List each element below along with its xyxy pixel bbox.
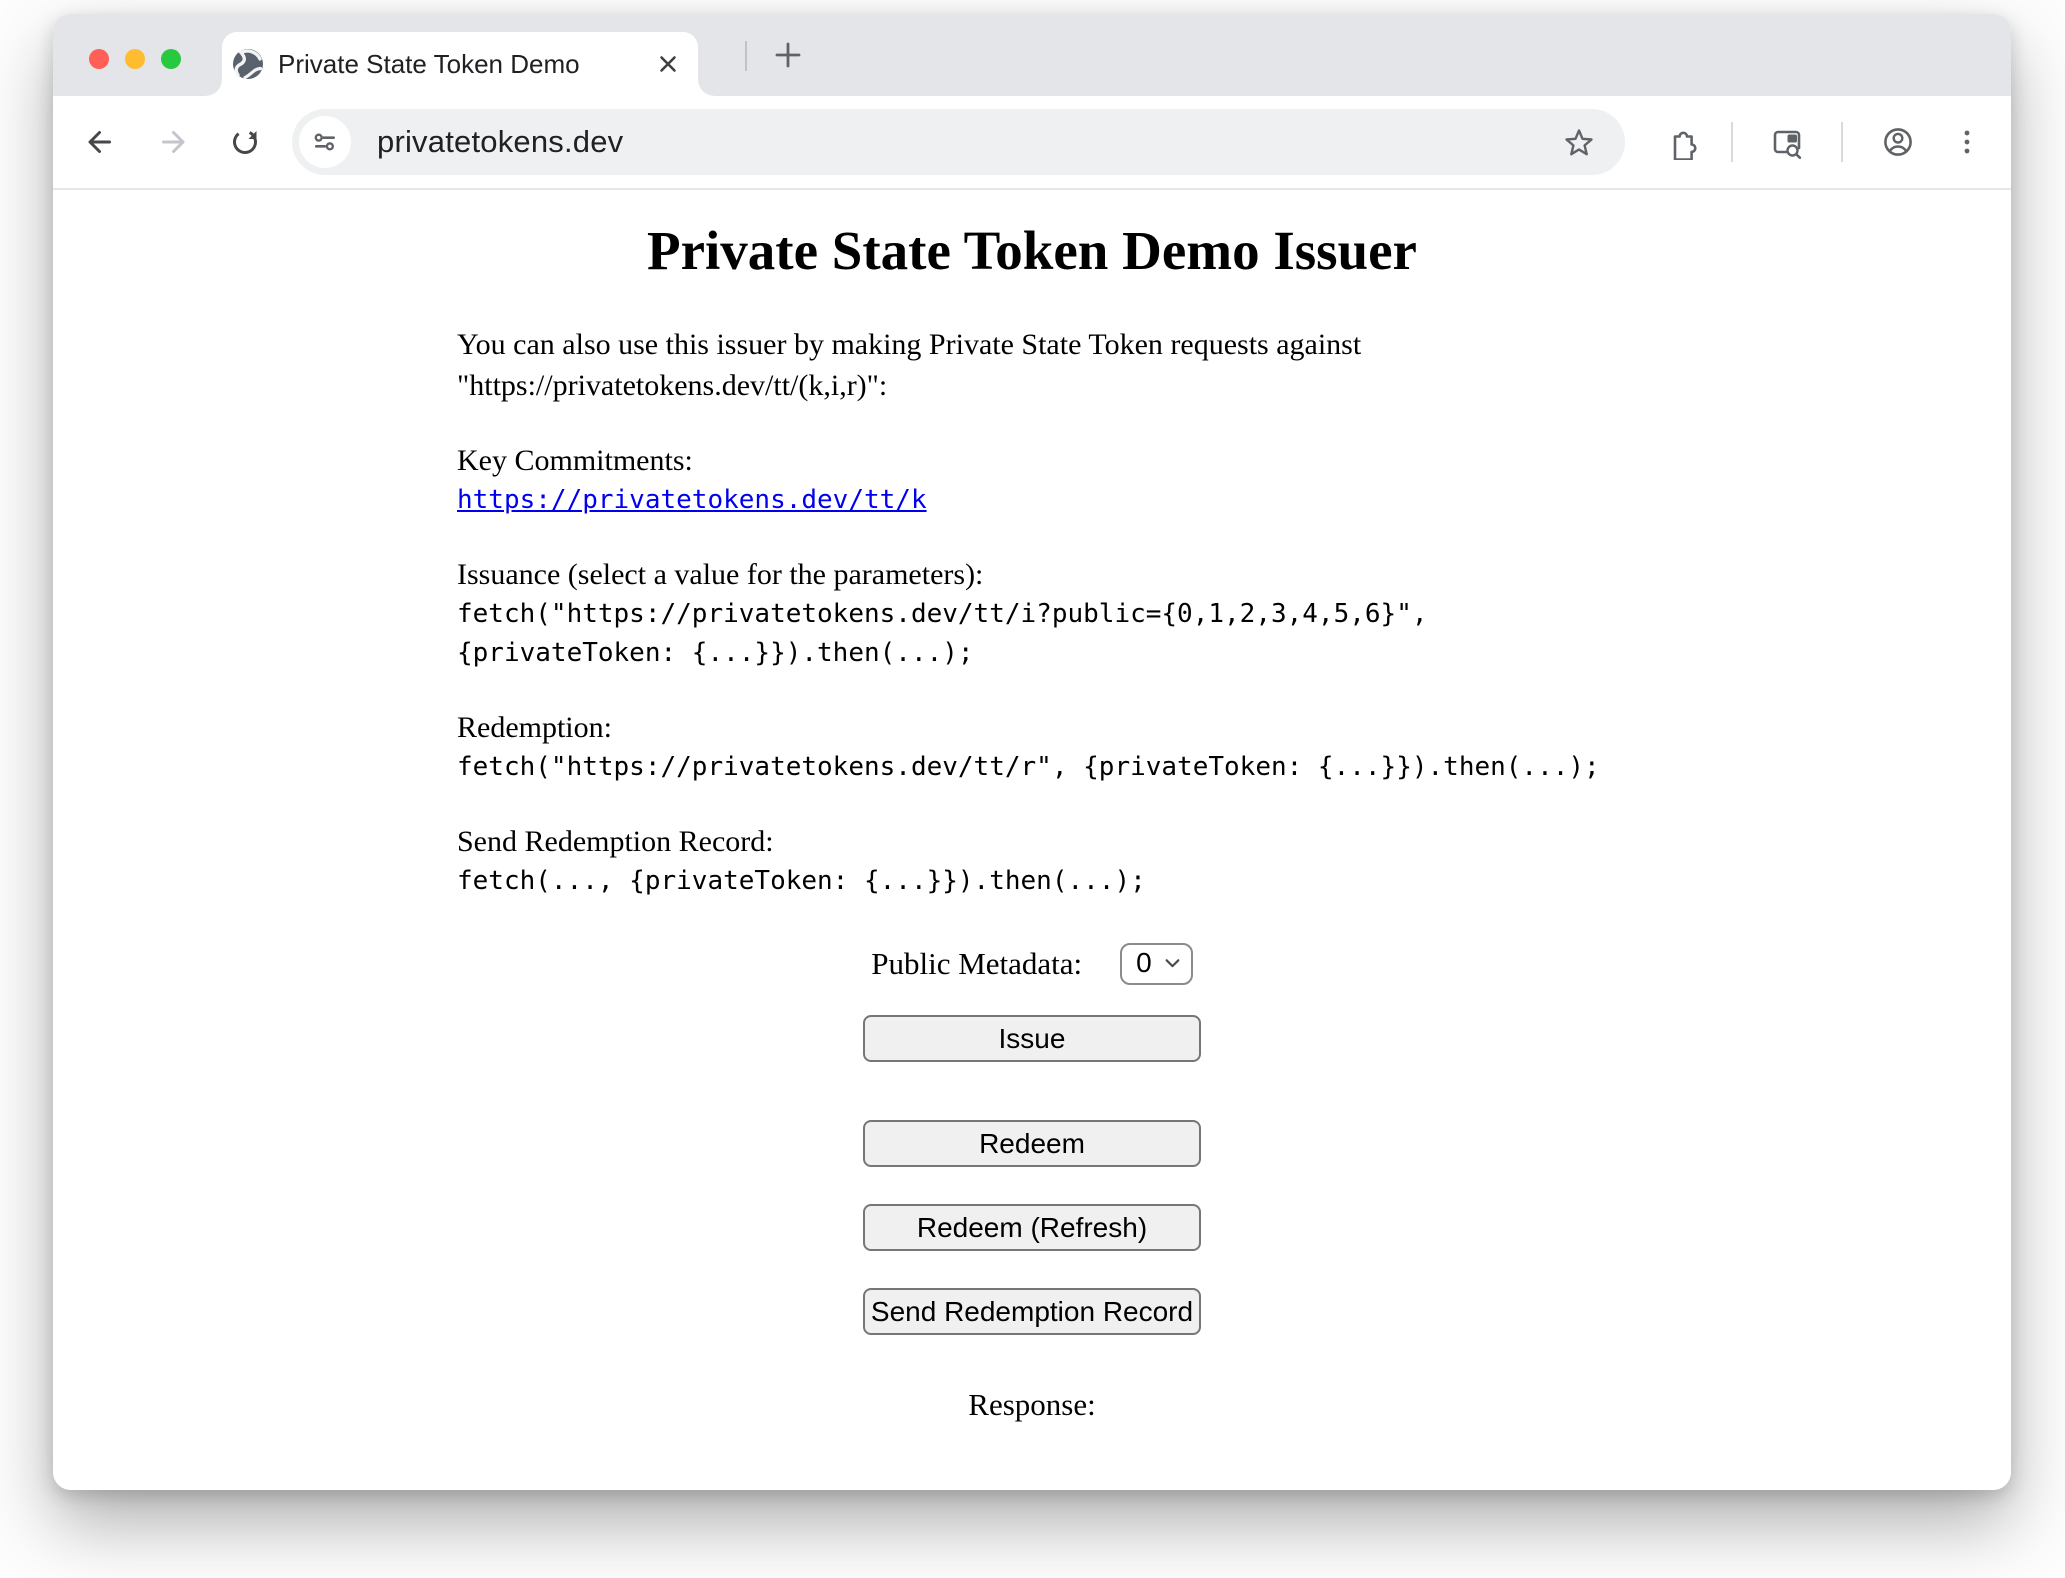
public-metadata-select[interactable]: 0 xyxy=(1120,943,1193,985)
chevron-down-icon xyxy=(1164,957,1181,970)
key-commitments-label: Key Commitments: xyxy=(457,440,1607,481)
browser-tab[interactable]: Private State Token Demo xyxy=(222,32,698,96)
tab-strip: Private State Token Demo xyxy=(53,14,2011,96)
public-metadata-row: Public Metadata: 0 xyxy=(457,943,1607,985)
redemption-code: fetch("https://privatetokens.dev/tt/r", … xyxy=(457,748,1607,787)
browser-window: Private State Token Demo xyxy=(53,14,2011,1490)
response-label: Response: xyxy=(457,1387,1607,1423)
browser-toolbar: privatetokens.dev xyxy=(53,96,2011,188)
search-window-icon[interactable] xyxy=(1769,124,1805,160)
toolbar-divider xyxy=(1731,122,1733,162)
tab-close-icon[interactable] xyxy=(654,50,682,78)
web-page: Private State Token Demo Issuer You can … xyxy=(53,190,2011,1490)
key-commitments-section: Key Commitments: https://privatetokens.d… xyxy=(457,440,1607,520)
send-redemption-record-section: Send Redemption Record: fetch(..., {priv… xyxy=(457,821,1607,901)
token-demo-form: Public Metadata: 0 Issue Redeem Redeem (… xyxy=(457,943,1607,1423)
page-title: Private State Token Demo Issuer xyxy=(457,220,1607,282)
public-metadata-label: Public Metadata: xyxy=(871,946,1082,982)
back-icon[interactable] xyxy=(80,124,116,160)
tab-separator xyxy=(745,41,747,71)
omnibox url-bar[interactable]: privatetokens.dev xyxy=(292,109,1625,175)
screenshot-stage: Private State Token Demo xyxy=(0,0,2065,1578)
redemption-section: Redemption: fetch("https://privatetokens… xyxy=(457,707,1607,787)
issuance-label: Issuance (select a value for the paramet… xyxy=(457,554,1607,595)
url-text[interactable]: privatetokens.dev xyxy=(377,124,623,160)
redemption-label: Redemption: xyxy=(457,707,1607,748)
send-redemption-record-button[interactable]: Send Redemption Record xyxy=(863,1288,1201,1335)
window-minimize-button[interactable] xyxy=(125,49,145,69)
reload-icon[interactable] xyxy=(227,124,263,160)
issue-button[interactable]: Issue xyxy=(863,1015,1201,1062)
public-metadata-value: 0 xyxy=(1136,947,1152,979)
toolbar-divider xyxy=(1841,122,1843,162)
site-settings-icon[interactable] xyxy=(299,116,351,168)
bookmark-star-icon[interactable] xyxy=(1561,124,1597,160)
profile-icon[interactable] xyxy=(1880,124,1916,160)
send-redemption-record-label: Send Redemption Record: xyxy=(457,821,1607,862)
redeem-button[interactable]: Redeem xyxy=(863,1120,1201,1167)
issuance-section: Issuance (select a value for the paramet… xyxy=(457,554,1607,673)
key-commitments-link[interactable]: https://privatetokens.dev/tt/k xyxy=(457,481,1607,520)
redeem-refresh-button[interactable]: Redeem (Refresh) xyxy=(863,1204,1201,1251)
send-redemption-record-code: fetch(..., {privateToken: {...}}).then(.… xyxy=(457,862,1607,901)
window-close-button[interactable] xyxy=(89,49,109,69)
tab-favicon globe-icon xyxy=(232,48,264,80)
window-zoom-button[interactable] xyxy=(161,49,181,69)
menu-icon three-dots-icon[interactable] xyxy=(1949,124,1985,160)
issuance-code: fetch("https://privatetokens.dev/tt/i?pu… xyxy=(457,595,1607,673)
forward-icon[interactable] xyxy=(157,124,193,160)
intro-paragraph: You can also use this issuer by making P… xyxy=(457,324,1607,406)
extensions-icon puzzle-icon[interactable] xyxy=(1663,124,1699,160)
new-tab-button plus-icon[interactable] xyxy=(771,38,805,72)
tab-title: Private State Token Demo xyxy=(278,32,580,96)
